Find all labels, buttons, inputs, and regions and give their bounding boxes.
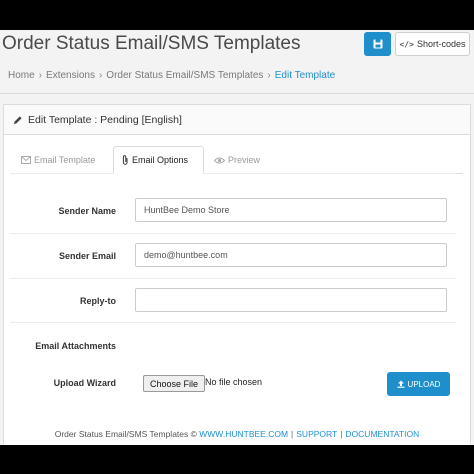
form-divider — [10, 322, 456, 323]
no-file-chosen-text: No file chosen — [205, 377, 263, 387]
bottom-black-bar — [0, 445, 474, 474]
upload-icon — [397, 380, 405, 388]
tab-email-options-label: Email Options — [132, 155, 189, 165]
eye-icon — [214, 157, 225, 163]
panel-heading: Edit Template : Pending [English] — [4, 105, 470, 135]
breadcrumb-extensions[interactable]: Extensions — [46, 70, 95, 81]
envelope-icon — [21, 156, 31, 164]
tab-email-template[interactable]: Email Template — [13, 146, 113, 174]
sender-name-label: Sender Name — [58, 206, 116, 216]
footer-link-support[interactable]: SUPPORT — [296, 429, 337, 439]
email-attachments-label: Email Attachments — [35, 341, 116, 351]
footer-text: Order Status Email/SMS Templates © — [54, 429, 197, 439]
form-divider — [10, 173, 456, 174]
top-black-bar — [0, 0, 474, 30]
footer-separator: | — [340, 429, 343, 439]
tab-preview-label: Preview — [228, 155, 261, 165]
reply-to-label: Reply-to — [80, 296, 116, 306]
upload-label: UPLOAD — [407, 379, 441, 389]
shortcodes-button[interactable]: </> Short-codes — [395, 32, 470, 56]
breadcrumb-home[interactable]: Home — [8, 70, 35, 81]
code-icon: </> — [399, 39, 414, 49]
footer: Order Status Email/SMS Templates © WWW.H… — [0, 429, 474, 439]
page-title: Order Status Email/SMS Templates — [2, 33, 301, 54]
divider — [0, 93, 474, 94]
reply-to-input[interactable] — [135, 288, 447, 312]
floppy-disk-icon — [373, 39, 382, 49]
sender-email-input[interactable]: demo@huntbee.com — [135, 243, 447, 267]
paperclip-icon — [122, 155, 128, 165]
breadcrumb-separator: › — [98, 70, 103, 81]
tab-preview[interactable]: Preview — [206, 146, 272, 174]
upload-button[interactable]: UPLOAD — [387, 372, 450, 396]
form-divider — [10, 278, 456, 279]
panel-title: Edit Template : Pending [English] — [28, 113, 182, 126]
tab-bar: Email Template Email Options Preview — [13, 146, 463, 174]
breadcrumb: Home › Extensions › Order Status Email/SMS T… — [8, 70, 335, 81]
form-divider — [10, 233, 456, 234]
save-button[interactable] — [364, 32, 391, 56]
tab-email-options[interactable]: Email Options — [113, 146, 204, 174]
choose-file-button[interactable]: Choose File — [143, 375, 206, 392]
breadcrumb-separator: › — [267, 70, 271, 81]
shortcodes-label: Short-codes — [416, 39, 466, 49]
footer-separator: | — [291, 429, 294, 439]
pencil-icon — [14, 115, 22, 124]
breadcrumb-module[interactable]: Order Status Email/SMS Templates — [106, 70, 263, 81]
breadcrumb-separator: › — [38, 70, 43, 81]
footer-link-documentation[interactable]: DOCUMENTATION — [345, 429, 419, 439]
footer-link-huntbee[interactable]: WWW.HUNTBEE.COM — [199, 429, 288, 439]
sender-email-label: Sender Email — [58, 251, 116, 261]
tab-email-template-label: Email Template — [34, 155, 96, 165]
upload-wizard-label: Upload Wizard — [53, 378, 116, 388]
sender-name-input[interactable]: HuntBee Demo Store — [135, 198, 447, 222]
breadcrumb-edit-template[interactable]: Edit Template — [275, 70, 335, 81]
